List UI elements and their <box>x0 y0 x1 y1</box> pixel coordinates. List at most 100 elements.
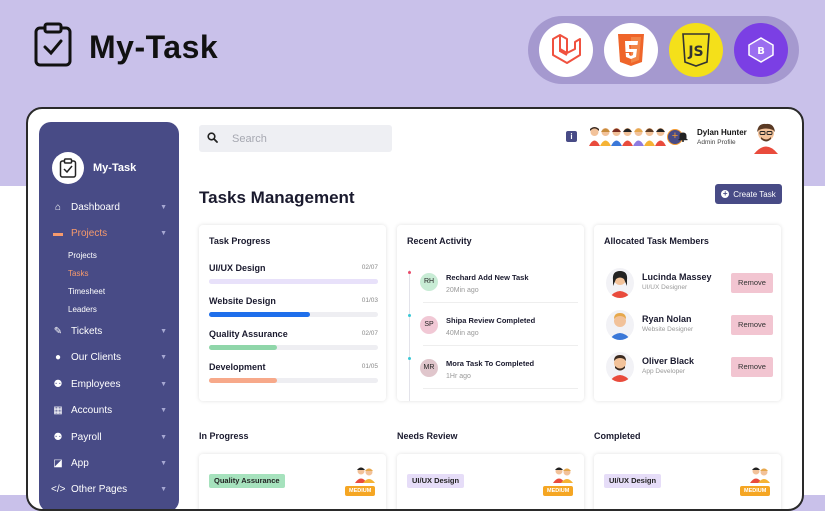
home-icon: ⌂ <box>54 201 62 213</box>
user-role: Admin Profile <box>697 139 736 146</box>
allocated-members-card: Allocated Task Members Lucinda Massey UI… <box>594 225 781 401</box>
divider <box>423 388 578 389</box>
remove-button[interactable]: Remove <box>731 273 773 293</box>
activity-title: Rechard Add New Task <box>446 273 529 282</box>
member-row: Oliver Black App Developer Remove <box>606 352 776 384</box>
activity-title: Shipa Review Completed <box>446 316 536 325</box>
team-avatars[interactable]: + <box>588 126 683 146</box>
progress-name: Development <box>209 362 266 372</box>
plus-circle-icon: + <box>721 189 730 198</box>
sidebar-logo[interactable]: My-Task <box>52 152 136 184</box>
card-title: Task Progress <box>209 236 271 246</box>
sidebar-item-label: Tickets <box>71 325 103 337</box>
app-icon: ◪ <box>53 457 63 469</box>
divider <box>423 345 578 346</box>
assignee-avatars <box>750 467 770 483</box>
task-card[interactable]: Quality Assurance MEDIUM <box>199 454 386 509</box>
task-card[interactable]: UI/UX Design MEDIUM <box>594 454 781 509</box>
sidebar-item-app[interactable]: ◪ App ▼ <box>51 454 171 472</box>
assignee-avatars <box>355 467 375 483</box>
sidebar: My-Task ⌂ Dashboard ▼ ▬ Projects ▼ Proje… <box>39 122 179 509</box>
calculator-icon: ▦ <box>53 404 63 416</box>
brand-title: My-Task <box>89 29 219 65</box>
chevron-down-icon: ▼ <box>160 380 167 388</box>
sidebar-item-accounts[interactable]: ▦ Accounts ▼ <box>51 401 171 419</box>
progress-track <box>209 279 378 284</box>
task-tag: UI/UX Design <box>604 474 662 488</box>
progress-fill <box>209 279 378 284</box>
progress-track <box>209 312 378 317</box>
javascript-icon: JS <box>669 23 723 77</box>
chevron-down-icon: ▼ <box>160 406 167 414</box>
sidebar-subitem-projects[interactable]: Projects <box>68 251 97 260</box>
sidebar-item-label: Payroll <box>71 431 102 443</box>
card-title: Allocated Task Members <box>604 236 709 246</box>
sidebar-subitem-leaders[interactable]: Leaders <box>68 305 97 314</box>
search-input[interactable] <box>230 131 374 146</box>
progress-row: Development 01/05 <box>209 362 378 383</box>
create-task-label: Create Task <box>733 189 776 199</box>
timeline-line <box>409 270 410 401</box>
sidebar-item-label: Accounts <box>71 404 113 416</box>
activity-avatar: MR <box>420 359 438 377</box>
chevron-down-icon: ▼ <box>160 327 167 335</box>
sidebar-item-payroll[interactable]: ⚉ Payroll ▼ <box>51 428 171 446</box>
sidebar-item-our-clients[interactable]: ● Our Clients ▼ <box>51 348 171 366</box>
page-title: Tasks Management <box>199 188 355 207</box>
info-icon[interactable]: i <box>566 131 577 142</box>
sidebar-item-other-pages[interactable]: </> Other Pages ▼ <box>51 480 171 498</box>
activity-title: Mora Task To Completed <box>446 359 535 368</box>
sidebar-subitem-timesheet[interactable]: Timesheet <box>68 287 105 296</box>
sidebar-item-label: Other Pages <box>71 483 128 495</box>
avatar <box>606 310 634 340</box>
card-title: Recent Activity <box>407 236 472 246</box>
avatar <box>606 352 634 382</box>
clipboard-check-icon <box>52 152 84 184</box>
progress-name: UI/UX Design <box>209 263 266 273</box>
sidebar-subitem-tasks[interactable]: Tasks <box>68 269 88 278</box>
member-role: UI/UX Designer <box>642 284 688 291</box>
tech-stack: JS B <box>528 16 799 84</box>
code-icon: </> <box>51 483 66 495</box>
sidebar-item-dashboard[interactable]: ⌂ Dashboard ▼ <box>51 198 171 216</box>
column-title-completed: Completed <box>594 431 641 441</box>
timeline-dot <box>408 271 411 274</box>
remove-button[interactable]: Remove <box>731 357 773 377</box>
member-name: Ryan Nolan <box>642 314 692 324</box>
progress-count: 01/03 <box>361 297 378 304</box>
timeline-dot <box>408 314 411 317</box>
progress-count: 02/07 <box>361 264 378 271</box>
progress-name: Website Design <box>209 296 276 306</box>
timeline-dot <box>408 357 411 360</box>
member-row: Ryan Nolan Website Designer Remove <box>606 310 776 342</box>
bootstrap-icon: B <box>734 23 788 77</box>
remove-button[interactable]: Remove <box>731 315 773 335</box>
sidebar-item-employees[interactable]: ⚉ Employees ▼ <box>51 375 171 393</box>
progress-fill <box>209 378 277 383</box>
progress-row: Website Design 01/03 <box>209 296 378 317</box>
progress-row: Quality Assurance 02/07 <box>209 329 378 350</box>
search-bar[interactable] <box>199 125 392 152</box>
chevron-down-icon: ▼ <box>160 203 167 211</box>
sidebar-item-tickets[interactable]: ✎ Tickets ▼ <box>51 322 171 340</box>
member-name: Oliver Black <box>642 356 695 366</box>
sidebar-logo-text: My-Task <box>93 162 137 174</box>
users-icon: ⚉ <box>53 378 63 390</box>
users-icon: ⚉ <box>53 431 63 443</box>
sidebar-item-projects[interactable]: ▬ Projects ▼ <box>51 224 171 242</box>
avatar <box>606 268 634 298</box>
briefcase-icon: ▬ <box>53 227 63 239</box>
progress-fill <box>209 345 277 350</box>
column-title-in-progress: In Progress <box>199 431 249 441</box>
bell-icon[interactable] <box>678 131 688 145</box>
member-name: Lucinda Massey <box>642 272 712 282</box>
create-task-button[interactable]: + Create Task <box>715 184 782 204</box>
progress-track <box>209 345 378 350</box>
search-icon <box>207 131 218 146</box>
task-card[interactable]: UI/UX Design MEDIUM <box>397 454 584 509</box>
user-avatar[interactable] <box>752 122 780 154</box>
clipboard-check-icon <box>33 22 73 73</box>
task-tag: UI/UX Design <box>407 474 465 488</box>
progress-fill <box>209 312 311 317</box>
progress-name: Quality Assurance <box>209 329 288 339</box>
